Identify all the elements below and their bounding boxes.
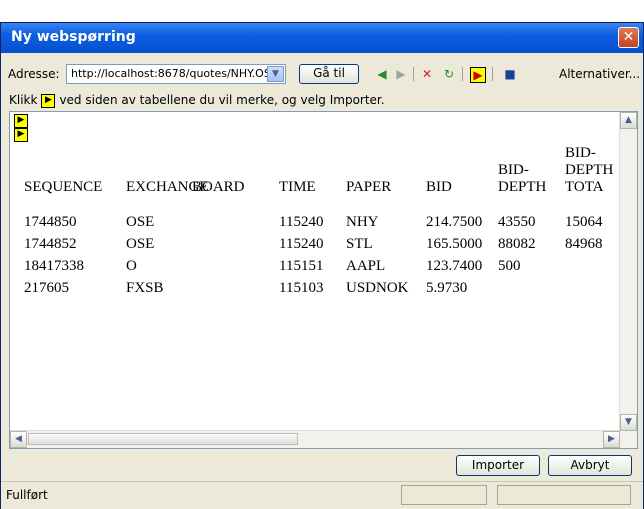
column-header: TOTA [565, 179, 604, 195]
goto-button[interactable]: Gå til [299, 64, 359, 84]
page-select-arrow-icon[interactable]: ▶ [14, 114, 28, 128]
toolbar-separator [462, 67, 463, 81]
table-cell: 1744850 [24, 214, 77, 230]
table-cell: 115240 [279, 214, 324, 230]
forward-icon[interactable]: ▶ [394, 67, 408, 81]
address-input[interactable]: http://localhost:8678/quotes/NHY.OSE [66, 64, 286, 84]
horizontal-scrollbar[interactable]: ◀ ▶ [10, 430, 620, 448]
table-cell: 217605 [24, 280, 69, 296]
horizontal-scroll-thumb[interactable] [28, 433, 298, 445]
table-cell: OSE [126, 236, 155, 252]
column-header: SEQUENCE [24, 179, 103, 195]
table-cell: AAPL [346, 258, 386, 274]
table-select-arrow-icon[interactable]: ▶ [14, 128, 28, 142]
table-cell: 84968 [565, 236, 603, 252]
table-cell: 18417338 [24, 258, 84, 274]
table-cell: 115240 [279, 236, 324, 252]
status-bar: Fullført [1, 481, 643, 509]
table-cell: 88082 [498, 236, 536, 252]
cancel-button[interactable]: Avbryt [548, 455, 632, 476]
scroll-up-button[interactable]: ▲ [620, 112, 637, 129]
stop-icon[interactable]: ✕ [420, 67, 434, 81]
scroll-down-button[interactable]: ▼ [620, 414, 637, 431]
hint-before: Klikk [9, 93, 38, 107]
table-cell: 15064 [565, 214, 603, 230]
title-bar[interactable]: Ny webspørring ✕ [1, 23, 643, 53]
close-button[interactable]: ✕ [618, 27, 639, 48]
table-cell: O [126, 258, 137, 274]
vertical-scrollbar[interactable]: ▲ ▼ [619, 112, 637, 448]
table-cell: 115151 [279, 258, 324, 274]
column-header: TIME [279, 179, 316, 195]
toolbar-separator [492, 67, 493, 81]
toolbar: Adresse: http://localhost:8678/quotes/NH… [1, 61, 643, 87]
table-cell: 1744852 [24, 236, 77, 252]
table-cell: 214.7500 [426, 214, 483, 230]
table-cell: 5.9730 [426, 280, 468, 296]
save-query-icon[interactable]: ■ [503, 67, 517, 81]
toolbar-separator [413, 67, 414, 81]
refresh-icon[interactable]: ↻ [442, 67, 456, 81]
address-label: Adresse: [8, 67, 60, 81]
table-cell: 123.7400 [426, 258, 483, 274]
scroll-left-button[interactable]: ◀ [10, 431, 27, 448]
table-cell: 165.5000 [426, 236, 483, 252]
address-dropdown-button[interactable]: ▼ [267, 66, 284, 82]
hint-after: ved siden av tabellene du vil merke, og … [59, 93, 385, 107]
select-table-arrow-icon: ▶ [41, 93, 56, 108]
column-header: DEPTH [565, 162, 614, 178]
window-title: Ny webspørring [11, 29, 136, 45]
options-button[interactable]: Alternativer... [559, 67, 640, 81]
column-header: BID- [498, 162, 529, 178]
status-text: Fullført [6, 488, 48, 502]
column-header: BOARD [192, 179, 245, 195]
import-button[interactable]: Importer [456, 455, 540, 476]
column-header: BID [426, 179, 452, 195]
table-cell: FXSB [126, 280, 164, 296]
table-cell: USDNOK [346, 280, 409, 296]
scroll-right-button[interactable]: ▶ [603, 431, 620, 448]
table-cell: STL [346, 236, 373, 252]
column-header: DEPTH [498, 179, 547, 195]
web-preview-pane: ▶ ▶ SEQUENCE EXCHANGE BOARD TIME PAPER BID BID… [9, 111, 638, 449]
web-query-dialog: Ny webspørring ✕ Adresse: http://localho… [0, 22, 644, 509]
instruction-text: Klikk ▶ ved siden av tabellene du vil merk… [9, 93, 385, 108]
show-hide-icons-icon[interactable]: ▶ [470, 67, 486, 83]
back-icon[interactable]: ◀ [375, 67, 389, 81]
table-cell: 500 [498, 258, 521, 274]
status-pane [401, 485, 487, 505]
column-header: PAPER [346, 179, 392, 195]
table-cell: 115103 [279, 280, 324, 296]
status-pane [497, 485, 631, 505]
table-cell: OSE [126, 214, 155, 230]
column-header: BID- [565, 145, 596, 161]
table-cell: NHY [346, 214, 379, 230]
table-cell: 43550 [498, 214, 536, 230]
